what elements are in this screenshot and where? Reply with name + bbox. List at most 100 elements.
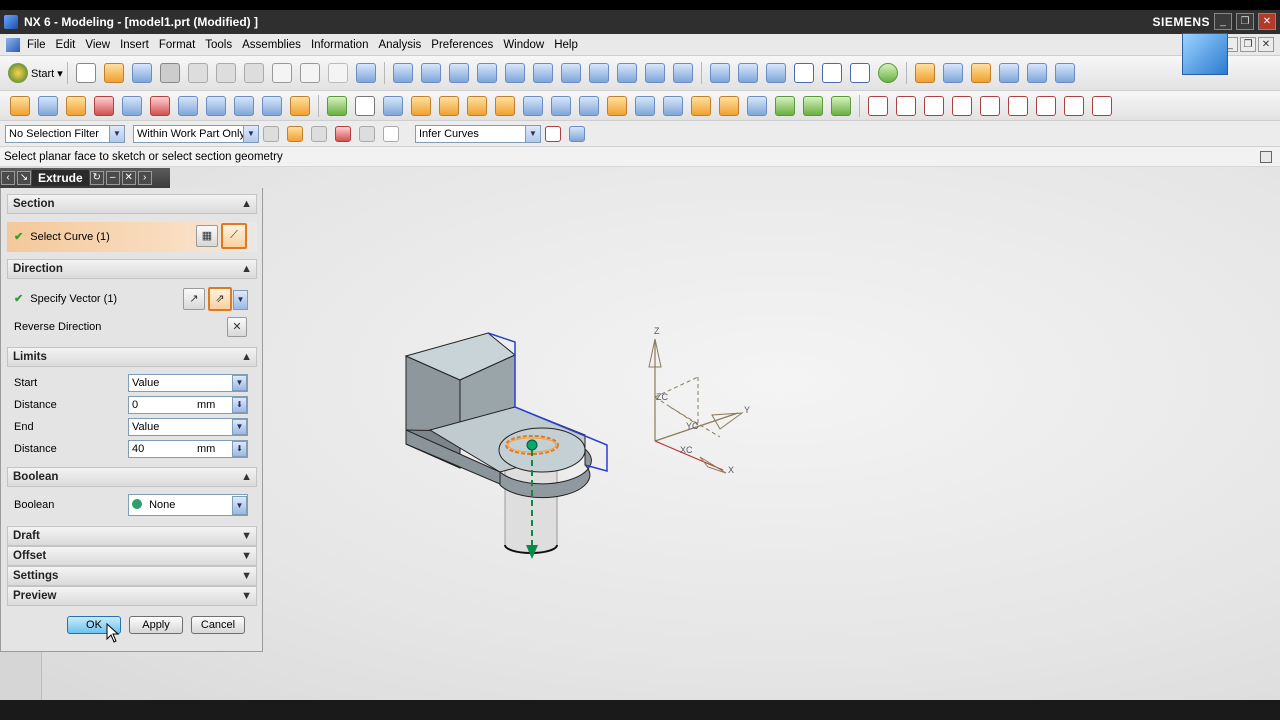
delete-icon[interactable] [271,63,292,83]
menu-tools[interactable]: Tools [200,39,237,51]
menu-window[interactable]: Window [498,39,549,51]
menu-analysis[interactable]: Analysis [373,39,426,51]
upper-filter-icon[interactable] [359,125,375,142]
curve-rule-dropdown[interactable]: Infer Curves ▼ [415,124,541,143]
wcs-dynamics-icon[interactable] [914,63,935,83]
sketch-section-icon[interactable]: ⟋ [221,223,247,249]
pin-icon[interactable]: ↘ [17,171,31,185]
paste-icon[interactable] [243,63,264,83]
hole-icon[interactable] [94,95,114,116]
menu-assemblies[interactable]: Assemblies [237,39,306,51]
offset-face-icon[interactable] [691,95,711,116]
menu-help[interactable]: Help [549,39,583,51]
forward-arrow-icon[interactable]: › [137,171,152,185]
groove-icon[interactable] [262,95,282,116]
trim-body-icon[interactable] [635,95,655,116]
restore-view-icon[interactable] [672,63,693,83]
wcs-display-icon[interactable] [1026,63,1047,83]
draft-group-header[interactable]: Draft ▼ [7,526,257,546]
split-body-icon[interactable] [663,95,683,116]
dialog-titlebar[interactable]: ‹ ↘ Extrude ↻ – ✕ › [0,168,170,188]
settings-group-header[interactable]: Settings ▼ [7,566,257,586]
static-wireframe-icon[interactable] [849,63,870,83]
general-selection-icon[interactable] [263,125,279,142]
copy-icon[interactable] [215,63,236,83]
start-distance-input[interactable]: 0 [128,396,248,414]
rectangle-icon[interactable] [355,95,375,116]
close-dialog-icon[interactable]: ✕ [121,171,136,185]
menu-preferences[interactable]: Preferences [426,39,498,51]
end-type-dropdown[interactable]: Value [128,418,248,436]
datum-plane-icon[interactable] [327,95,347,116]
direction-group-header[interactable]: Direction ▲ [7,259,257,279]
project-curve-icon[interactable] [1064,95,1084,116]
cancel-button[interactable]: Cancel [191,616,245,634]
wcs-rotate-icon[interactable] [970,63,991,83]
thread-icon[interactable] [551,95,571,116]
resource-bar-icon[interactable] [1260,151,1272,163]
wcs-orient-icon[interactable] [998,63,1019,83]
zoom-in-out-icon[interactable] [476,63,497,83]
save-icon[interactable] [131,63,152,83]
spline-icon[interactable] [980,95,1000,116]
undo-icon[interactable] [299,63,320,83]
shaded-icon[interactable] [737,63,758,83]
minimize-button[interactable]: _ [1214,13,1232,30]
select-icon[interactable] [1054,63,1075,83]
face-analysis-icon[interactable] [877,63,898,83]
boolean-dropdown[interactable]: None [128,494,248,516]
cut-icon[interactable] [187,63,208,83]
menu-view[interactable]: View [80,39,115,51]
start-type-dropdown[interactable]: Value [128,374,248,392]
selection-filter-dropdown[interactable]: No Selection Filter ▼ [5,124,125,143]
roles-logo-icon[interactable] [1182,33,1228,75]
arc-icon[interactable] [896,95,916,116]
line-icon[interactable] [868,95,888,116]
close-window-button[interactable]: ✕ [1258,13,1276,30]
boss-icon[interactable] [122,95,142,116]
doc-restore-button[interactable]: ❐ [1240,37,1256,52]
menu-format[interactable]: Format [154,39,200,51]
end-distance-menu-icon[interactable]: ⬇ [232,441,247,457]
synchronous-icon[interactable] [831,95,851,116]
feature-operation-icon[interactable] [290,95,310,116]
offset-group-header[interactable]: Offset ▼ [7,546,257,566]
back-arrow-icon[interactable]: ‹ [1,171,15,185]
fit-icon[interactable] [392,63,413,83]
edge-blend-icon[interactable] [467,95,487,116]
pocket-icon[interactable] [178,95,198,116]
sketch-icon[interactable] [10,95,30,116]
hidden-line-icon[interactable] [821,63,842,83]
reset-icon[interactable]: ↻ [89,171,104,185]
revolve-icon[interactable] [66,95,86,116]
vector-options-dropdown[interactable]: ▼ [233,290,248,310]
scale-body-icon[interactable] [719,95,739,116]
print-icon[interactable] [159,63,180,83]
new-icon[interactable] [75,63,96,83]
feature-filter-icon[interactable] [311,125,327,142]
menu-insert[interactable]: Insert [115,39,154,51]
patch-icon[interactable] [775,95,795,116]
preview-group-header[interactable]: Preview ▼ [7,586,257,606]
circle-icon[interactable] [924,95,944,116]
point-icon[interactable] [1008,95,1028,116]
start-distance-menu-icon[interactable]: ⬇ [232,397,247,413]
start-button[interactable]: Start ▾ [8,63,63,83]
zoom-area-icon[interactable] [420,63,441,83]
zoom-icon[interactable] [448,63,469,83]
snap-point-icon[interactable] [335,125,351,142]
subtract-icon[interactable] [411,95,431,116]
apply-button[interactable]: Apply [129,616,183,634]
orient-view-icon[interactable] [560,63,581,83]
type-filter-icon[interactable] [287,125,303,142]
offset-curve-icon[interactable] [1036,95,1056,116]
shell-icon[interactable] [523,95,543,116]
end-distance-input[interactable]: 40 [128,440,248,458]
chamfer-icon[interactable] [495,95,515,116]
intersection-curve-icon[interactable] [1092,95,1112,116]
studio-icon[interactable] [765,63,786,83]
select-curve-row[interactable]: ✔ Select Curve (1) [7,222,257,252]
open-icon[interactable] [103,63,124,83]
unite-icon[interactable] [383,95,403,116]
inferred-vector-icon[interactable]: ⇗ [208,287,232,311]
